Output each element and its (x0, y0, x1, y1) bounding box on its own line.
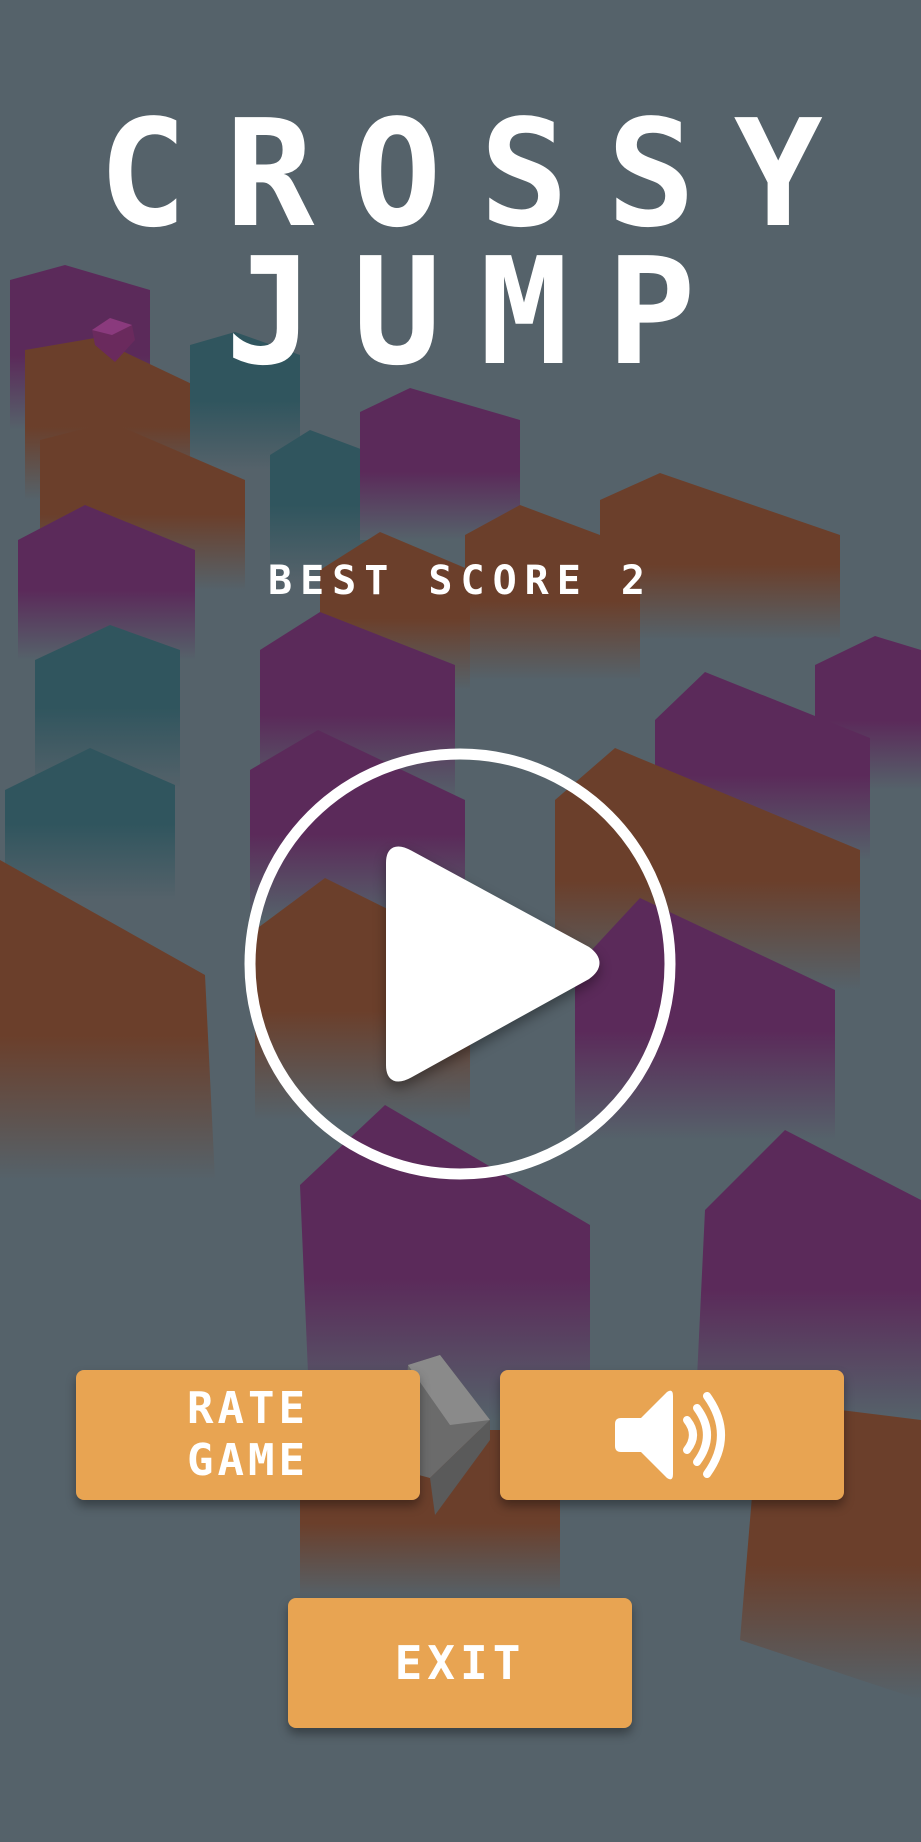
block-orange (0, 860, 215, 1180)
rate-game-button[interactable]: RATE GAME (76, 1370, 420, 1500)
rate-label-line-2: GAME (187, 1435, 309, 1486)
exit-label: EXIT (394, 1636, 526, 1690)
game-screen: CROSSY JUMP BEST SCORE 2 RATE GAME EXIT (0, 0, 921, 1842)
exit-button[interactable]: EXIT (288, 1598, 632, 1728)
speaker-sound-on-icon (615, 1390, 725, 1480)
best-score-label: BEST SCORE 2 (268, 558, 653, 604)
block-purple (360, 388, 520, 540)
play-button[interactable] (241, 745, 679, 1183)
sound-toggle-button[interactable] (500, 1370, 844, 1500)
rate-game-label: RATE GAME (187, 1383, 309, 1487)
rate-label-line-1: RATE (187, 1383, 309, 1434)
play-icon (244, 748, 676, 1180)
game-title-line-2: JUMP (225, 226, 734, 398)
